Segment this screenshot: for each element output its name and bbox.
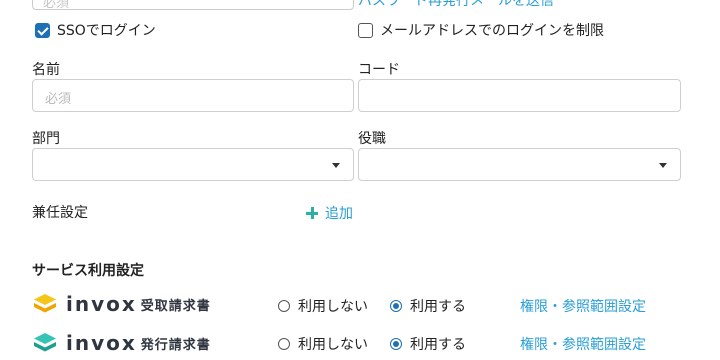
radio-label: 利用する (410, 337, 466, 353)
radio-option-use[interactable]: 利用する (390, 296, 466, 316)
concurrent-setting-label: 兼任設定 (32, 205, 88, 221)
radio-label: 利用しない (298, 337, 368, 353)
name-input[interactable]: 必須 (32, 79, 354, 112)
email-login-restrict-label: メールアドレスでのログインを制限 (380, 23, 604, 39)
issue-usage-radio-group[interactable]: 利用しない 利用する (278, 334, 488, 354)
position-label: 役職 (358, 131, 386, 147)
radio-option-not-use[interactable]: 利用しない (278, 296, 368, 316)
plus-icon (306, 207, 318, 219)
radio-button[interactable] (278, 300, 290, 312)
service-settings-title: サービス利用設定 (32, 263, 144, 279)
password-reset-link[interactable]: パスワード再発行メールを送信 (358, 0, 554, 10)
invox-issue-icon (34, 333, 56, 352)
add-button-label: 追加 (325, 206, 353, 222)
chevron-down-icon (332, 163, 340, 168)
radio-button[interactable] (278, 338, 290, 350)
add-concurrent-button[interactable]: 追加 (306, 203, 353, 223)
department-label: 部門 (32, 131, 60, 147)
email-login-restrict-row[interactable]: メールアドレスでのログインを制限 (358, 20, 604, 40)
radio-label: 利用しない (298, 299, 368, 315)
receive-permission-link[interactable]: 権限・参照範囲設定 (520, 296, 646, 316)
chevron-down-icon (659, 163, 667, 168)
top-required-input[interactable]: 必須 (32, 0, 354, 11)
service-brand: invox (66, 331, 137, 355)
code-input[interactable] (358, 79, 681, 112)
radio-option-use[interactable]: 利用する (390, 334, 466, 354)
receive-usage-radio-group[interactable]: 利用しない 利用する (278, 296, 488, 316)
radio-option-not-use[interactable]: 利用しない (278, 334, 368, 354)
service-product: 発行請求書 (140, 337, 211, 353)
sso-checkbox-label: SSOでログイン (57, 23, 156, 39)
radio-button[interactable] (390, 338, 402, 350)
issue-permission-link[interactable]: 権限・参照範囲設定 (520, 334, 646, 354)
radio-button[interactable] (390, 300, 402, 312)
service-logo-receive: invox 受取請求書 (32, 292, 211, 316)
position-select[interactable] (358, 148, 681, 181)
sso-checkbox-row[interactable]: SSOでログイン (35, 20, 156, 40)
radio-label: 利用する (410, 299, 466, 315)
service-brand: invox (66, 292, 137, 316)
name-placeholder: 必須 (45, 92, 72, 107)
service-logo-issue: invox 発行請求書 (32, 331, 211, 355)
invox-receive-icon (34, 294, 56, 313)
name-label: 名前 (32, 62, 60, 78)
code-label: コード (358, 62, 400, 78)
department-select[interactable] (32, 148, 354, 181)
service-product: 受取請求書 (140, 298, 211, 314)
top-input-placeholder: 必須 (43, 0, 70, 11)
sso-checkbox[interactable] (35, 22, 50, 38)
email-login-restrict-checkbox[interactable] (358, 22, 373, 38)
